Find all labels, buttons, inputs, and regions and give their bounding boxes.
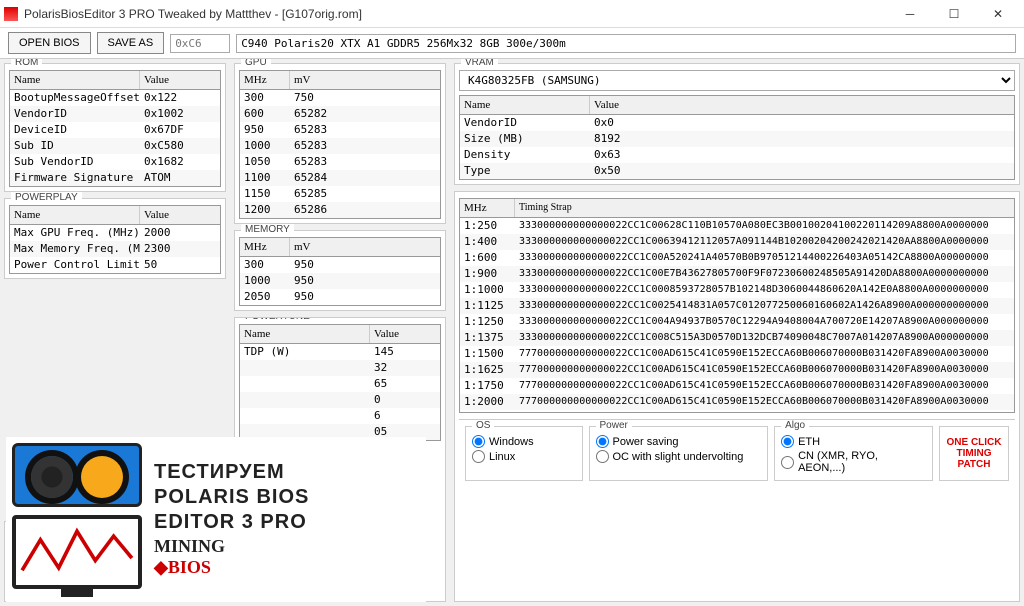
powerplay-group: POWERPLAY NameValueMax GPU Freq. (MHz)20… xyxy=(4,198,226,279)
column-header: Value xyxy=(140,206,220,224)
column-header: Value xyxy=(140,71,220,89)
table-row[interactable]: Sub VendorID0x1682 xyxy=(10,154,220,170)
column-header: MHz xyxy=(240,71,290,89)
table-row[interactable]: Density0x63 xyxy=(460,147,1014,163)
save-as-button[interactable]: SAVE AS xyxy=(97,32,165,54)
table-row[interactable]: 1:1375333000000000000022CC1C008C515A3D05… xyxy=(460,330,1014,346)
one-click-patch-button[interactable]: ONE CLICK TIMING PATCH xyxy=(939,426,1009,481)
table-row[interactable]: 115065285 xyxy=(240,186,440,202)
table-row[interactable]: DeviceID0x67DF xyxy=(10,122,220,138)
open-bios-button[interactable]: OPEN BIOS xyxy=(8,32,91,54)
column-header: Value xyxy=(370,325,440,343)
column-header: Name xyxy=(460,96,590,114)
table-row[interactable]: 1:1125333000000000000022CC1C0025414831A0… xyxy=(460,298,1014,314)
gpu-group: GPU MHzmV3007506006528295065283100065283… xyxy=(234,63,446,224)
power-oc-radio[interactable] xyxy=(596,450,609,463)
table-row[interactable]: VendorID0x0 xyxy=(460,115,1014,131)
toolbar: OPEN BIOS SAVE AS 0xC6 C940 Polaris20 XT… xyxy=(0,28,1024,59)
table-row[interactable]: Max GPU Freq. (MHz)2000 xyxy=(10,225,220,241)
table-row[interactable]: 110065284 xyxy=(240,170,440,186)
column-header: MHz xyxy=(240,238,290,256)
table-row[interactable]: 1000950 xyxy=(240,273,440,289)
table-row[interactable]: TDP (W)145 xyxy=(240,344,440,360)
table-row[interactable]: 300950 xyxy=(240,257,440,273)
table-row[interactable]: Power Control Limit (%)50 xyxy=(10,257,220,273)
column-header: mV xyxy=(290,238,440,256)
column-header: Value xyxy=(590,96,1014,114)
table-row[interactable]: Type0x50 xyxy=(460,163,1014,179)
powerplay-legend: POWERPLAY xyxy=(11,192,82,203)
maximize-button[interactable]: ☐ xyxy=(932,0,976,28)
vram-legend: VRAM xyxy=(461,59,498,68)
table-row[interactable]: VendorID0x1002 xyxy=(10,106,220,122)
table-row[interactable]: 32 xyxy=(240,360,440,376)
table-row[interactable]: 0 xyxy=(240,392,440,408)
table-row[interactable]: 1:250333000000000000022CC1C00628C110B105… xyxy=(460,218,1014,234)
table-row[interactable]: 1:400333000000000000022CC1C0063941211205… xyxy=(460,234,1014,250)
table-row[interactable]: 1:600333000000000000022CC1C00A520241A405… xyxy=(460,250,1014,266)
algo-cn-radio[interactable] xyxy=(781,456,794,469)
rom-group: ROM NameValueBootupMessageOffset0x122Ven… xyxy=(4,63,226,192)
window-title: PolarisBiosEditor 3 PRO Tweaked by Mattt… xyxy=(24,7,888,21)
timing-group: MHzTiming Strap1:250333000000000000022CC… xyxy=(454,191,1020,602)
table-row[interactable]: 100065283 xyxy=(240,138,440,154)
bottom-panel: OS Windows Linux Power Power saving OC w… xyxy=(459,419,1015,487)
table-row[interactable]: 65 xyxy=(240,376,440,392)
table-row[interactable]: 1:1750777000000000000022CC1C00AD615C41C0… xyxy=(460,378,1014,394)
table-row[interactable]: 300750 xyxy=(240,90,440,106)
table-row[interactable]: 6 xyxy=(240,408,440,424)
bios-description: C940 Polaris20 XTX A1 GDDR5 256Mx32 8GB … xyxy=(236,34,1016,53)
table-row[interactable]: Firmware SignatureATOM xyxy=(10,170,220,186)
app-icon xyxy=(4,7,18,21)
overlay-brand: MINING ◆BIOS xyxy=(154,536,420,578)
monitor-icon xyxy=(12,515,142,589)
vram-group: VRAM K4G80325FB (SAMSUNG) NameValueVendo… xyxy=(454,63,1020,185)
table-row[interactable]: Sub ID0xC580 xyxy=(10,138,220,154)
overlay-line3: EDITOR 3 PRO xyxy=(154,511,420,534)
column-header: Name xyxy=(10,206,140,224)
vram-chip-select[interactable]: K4G80325FB (SAMSUNG) xyxy=(459,70,1015,91)
column-header: Name xyxy=(240,325,370,343)
table-row[interactable]: 1:1625777000000000000022CC1C00AD615C41C0… xyxy=(460,362,1014,378)
overlay-line2: POLARIS BIOS xyxy=(154,486,420,509)
column-header: MHz xyxy=(460,199,515,217)
os-linux-radio[interactable] xyxy=(472,450,485,463)
table-row[interactable]: BootupMessageOffset0x122 xyxy=(10,90,220,106)
powertune-legend: POWERTUNE xyxy=(241,317,314,322)
table-row[interactable]: Max Memory Freq. (MHz)2300 xyxy=(10,241,220,257)
table-row[interactable]: 1:900333000000000000022CC1C00E7B43627805… xyxy=(460,266,1014,282)
overlay-line1: ТЕСТИРУЕМ xyxy=(154,461,420,484)
power-group: Power Power saving OC with slight underv… xyxy=(589,426,769,481)
algo-group: Algo ETH CN (XMR, RYO, AEON,...) xyxy=(774,426,933,481)
table-row[interactable]: 95065283 xyxy=(240,122,440,138)
os-windows-radio[interactable] xyxy=(472,435,485,448)
memory-group: MEMORY MHzmV30095010009502050950 xyxy=(234,230,446,311)
table-row[interactable]: 1:2000777000000000000022CC1C00AD615C41C0… xyxy=(460,394,1014,410)
gpu-card-icon xyxy=(12,443,142,507)
os-group: OS Windows Linux xyxy=(465,426,583,481)
column-header: Timing Strap xyxy=(515,199,1014,217)
rom-legend: ROM xyxy=(11,59,42,68)
memory-legend: MEMORY xyxy=(241,224,294,235)
titlebar: PolarisBiosEditor 3 PRO Tweaked by Mattt… xyxy=(0,0,1024,28)
table-row[interactable]: 120065286 xyxy=(240,202,440,218)
table-row[interactable]: 1:1000333000000000000022CC1C000859372805… xyxy=(460,282,1014,298)
algo-eth-radio[interactable] xyxy=(781,435,794,448)
table-row[interactable]: 60065282 xyxy=(240,106,440,122)
minimize-button[interactable]: ─ xyxy=(888,0,932,28)
hex-field: 0xC6 xyxy=(170,34,230,53)
gpu-legend: GPU xyxy=(241,59,271,68)
table-row[interactable]: 1:1500777000000000000022CC1C00AD615C41C0… xyxy=(460,346,1014,362)
table-row[interactable]: 2050950 xyxy=(240,289,440,305)
table-row[interactable]: 1:1250333000000000000022CC1C004A94937B05… xyxy=(460,314,1014,330)
table-row[interactable]: 2:400555000000000000022DD1C0084941211205… xyxy=(460,410,1014,413)
power-saving-radio[interactable] xyxy=(596,435,609,448)
timing-table[interactable]: MHzTiming Strap1:250333000000000000022CC… xyxy=(459,198,1015,413)
table-row[interactable]: Size (MB)8192 xyxy=(460,131,1014,147)
column-header: Name xyxy=(10,71,140,89)
close-button[interactable]: ✕ xyxy=(976,0,1020,28)
table-row[interactable]: 105065283 xyxy=(240,154,440,170)
column-header: mV xyxy=(290,71,440,89)
promo-overlay: ТЕСТИРУЕМ POLARIS BIOS EDITOR 3 PRO MINI… xyxy=(6,437,426,602)
